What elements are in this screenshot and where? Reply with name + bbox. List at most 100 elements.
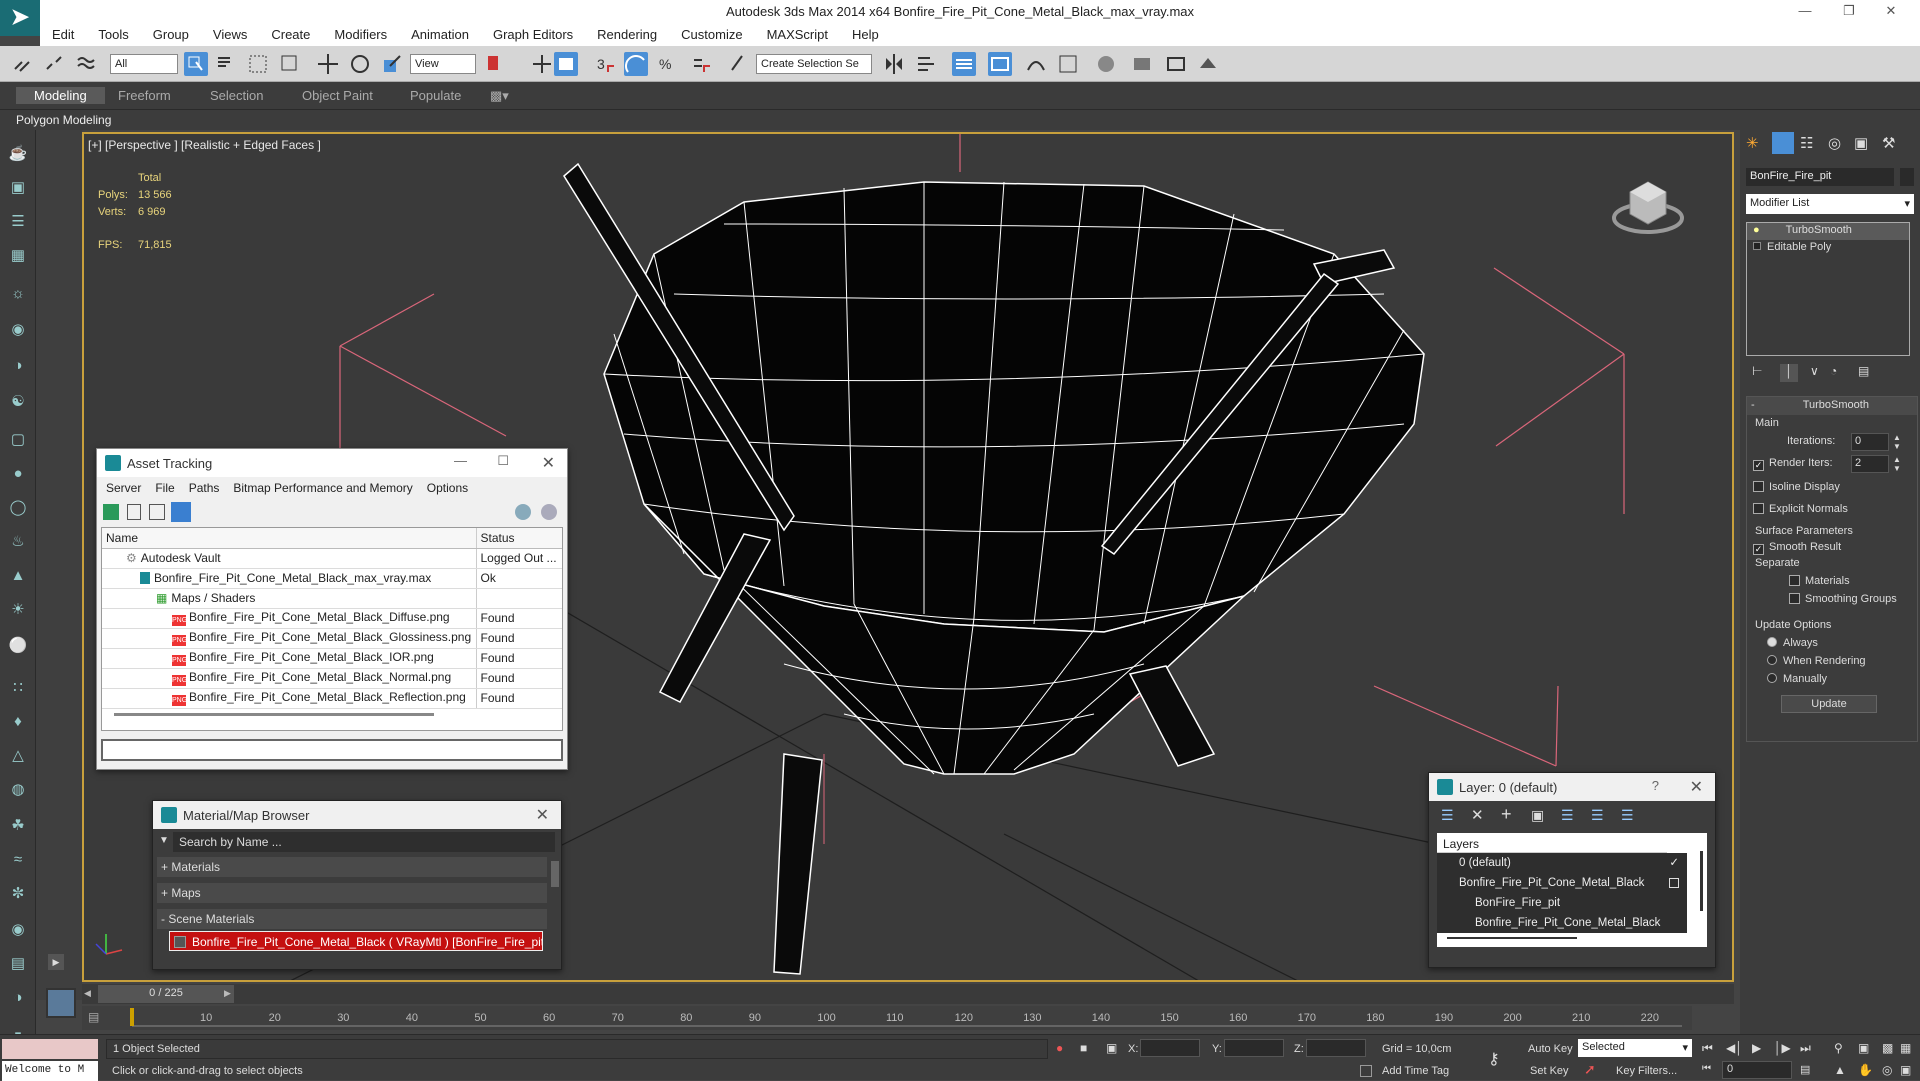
move-icon[interactable]	[316, 52, 340, 76]
lightbulb-icon[interactable]: ●	[1753, 224, 1760, 236]
menu-maxscript[interactable]: MAXScript	[755, 24, 840, 42]
smoothing-groups-row[interactable]: Smoothing Groups	[1789, 593, 1897, 605]
remove-modifier-icon[interactable]: ◔	[1830, 364, 1837, 378]
time-slider-next-icon[interactable]: ▶	[224, 988, 231, 999]
hide-all-layers-icon[interactable]: ☰	[1591, 807, 1604, 824]
utilities-tab-icon[interactable]: ⚒	[1882, 134, 1895, 152]
time-tag-icon[interactable]	[1360, 1065, 1372, 1077]
hierarchy-tab-icon[interactable]: ☷	[1800, 134, 1813, 152]
create-tab-icon[interactable]: ✳	[1746, 134, 1759, 152]
render-iters-checkbox[interactable]: ✓	[1753, 460, 1764, 471]
highlight-layer-icon[interactable]: ☰	[1561, 807, 1574, 824]
detail-view-icon[interactable]	[149, 504, 165, 520]
menu-create[interactable]: Create	[259, 24, 322, 42]
smooth-result-row[interactable]: ✓ Smooth Result	[1753, 541, 1841, 555]
maximize-button[interactable]: ❐	[1834, 3, 1864, 19]
table-view-icon[interactable]	[171, 502, 191, 522]
list-icon[interactable]: ☰	[8, 212, 28, 232]
new-layer-icon[interactable]: ☰	[1441, 807, 1454, 824]
window-crossing-icon[interactable]	[278, 52, 302, 76]
selection-filter-dropdown[interactable]: All	[110, 54, 178, 74]
ref-coord-dropdown[interactable]: View	[410, 54, 476, 74]
menu-edit[interactable]: Edit	[40, 24, 86, 42]
layer-dialog-titlebar[interactable]: Layer: 0 (default) ? ✕	[1429, 773, 1715, 801]
go-to-start-icon[interactable]: ⏮	[1702, 1041, 1713, 1056]
named-selection-dropdown[interactable]: Create Selection Se	[756, 54, 872, 74]
spiral-icon[interactable]: ✼	[8, 884, 28, 904]
schematic-view-icon[interactable]	[1056, 52, 1080, 76]
show-end-result-icon[interactable]: │	[1780, 364, 1798, 382]
maps-group[interactable]: + Maps	[157, 883, 547, 903]
polygon-modeling-label[interactable]: Polygon Modeling	[16, 113, 111, 127]
search-input[interactable]: Search by Name ...	[173, 832, 555, 852]
table-row[interactable]: Bonfire_Fire_Pit_Cone_Metal_Black_max_vr…	[102, 568, 562, 589]
next-frame-icon[interactable]: │▶	[1774, 1041, 1791, 1055]
table-row[interactable]: PNG Bonfire_Fire_Pit_Cone_Metal_Black_Nor…	[102, 668, 562, 689]
table-row[interactable]: PNG Bonfire_Fire_Pit_Cone_Metal_Black_IOR…	[102, 648, 562, 669]
search-options-icon[interactable]: ▼	[159, 835, 169, 846]
expand-icon[interactable]	[1753, 242, 1761, 250]
pan-icon[interactable]: ✋	[1858, 1063, 1873, 1077]
asset-horizontal-scrollbar[interactable]	[114, 712, 434, 716]
render-setup-icon[interactable]	[1130, 52, 1154, 76]
list-item[interactable]: Bonfire_Fire_Pit_Cone_Metal_Black	[1437, 873, 1687, 893]
add-time-tag-label[interactable]: Add Time Tag	[1382, 1065, 1449, 1077]
scene-materials-group[interactable]: - Scene Materials	[157, 909, 547, 929]
mirror-icon[interactable]	[882, 52, 906, 76]
zoom-extents-all-icon[interactable]: ▦	[1900, 1041, 1911, 1055]
maximize-viewport-icon[interactable]: ▣	[1900, 1063, 1911, 1077]
zoom-extents-icon[interactable]: ▩	[1882, 1041, 1893, 1055]
viewport-layout-icon[interactable]	[46, 988, 76, 1018]
set-key-button[interactable]: Set Key	[1530, 1065, 1569, 1077]
explicit-normals-row[interactable]: Explicit Normals	[1753, 503, 1848, 515]
zoom-icon[interactable]: ⚲	[1834, 1041, 1843, 1055]
play-icon[interactable]: ▶	[1752, 1041, 1761, 1055]
current-frame-field[interactable]: 0	[1722, 1061, 1792, 1079]
make-unique-icon[interactable]: ∨	[1810, 364, 1819, 378]
maxscript-listener[interactable]: Welcome to M	[2, 1061, 98, 1081]
iterations-spinner[interactable]: 0	[1851, 433, 1889, 451]
export-icon[interactable]: ▤	[8, 954, 28, 974]
shape-icon[interactable]: ♦	[8, 712, 28, 732]
align-icon[interactable]	[914, 52, 938, 76]
menu-customize[interactable]: Customize	[669, 24, 754, 42]
menu-views[interactable]: Views	[201, 24, 259, 42]
go-to-end-icon[interactable]: ⏭	[1800, 1041, 1811, 1056]
tab-selection[interactable]: Selection	[210, 88, 263, 103]
delete-layer-icon[interactable]: ✕	[1471, 806, 1484, 824]
globe-icon[interactable]: ◍	[8, 780, 28, 800]
materials-checkbox[interactable]	[1789, 575, 1800, 586]
asset-menu-bitmap[interactable]: Bitmap Performance and Memory	[226, 477, 419, 499]
menu-animation[interactable]: Animation	[399, 24, 481, 42]
table-row[interactable]: PNG Bonfire_Fire_Pit_Cone_Metal_Black_Ref…	[102, 688, 562, 709]
helper-icon[interactable]: ◑	[8, 356, 28, 376]
rectangular-selection-icon[interactable]	[246, 52, 270, 76]
snapshot-icon[interactable]: ◑	[8, 988, 28, 1008]
menu-modifiers[interactable]: Modifiers	[322, 24, 399, 42]
menu-help[interactable]: Help	[840, 24, 891, 42]
particle-icon[interactable]: ∷	[8, 678, 28, 698]
when-rendering-row[interactable]: When Rendering	[1767, 655, 1866, 667]
light-icon[interactable]: ☼	[8, 284, 28, 304]
curve-editor-icon[interactable]	[1024, 52, 1048, 76]
asset-close-button[interactable]: ✕	[542, 453, 555, 473]
set-key-icon[interactable]: ➚	[1584, 1061, 1596, 1078]
render-iters-row[interactable]: ✓ Render Iters:	[1753, 457, 1833, 471]
freeze-all-layers-icon[interactable]: ☰	[1621, 807, 1634, 824]
hair-icon[interactable]: ≈	[8, 850, 28, 870]
percent-snap-icon[interactable]: %	[656, 52, 680, 76]
explicit-normals-checkbox[interactable]	[1753, 503, 1764, 514]
tab-modeling[interactable]: Modeling	[16, 87, 105, 104]
ribbon-toggle-icon[interactable]	[988, 52, 1012, 76]
previous-frame-icon[interactable]: ◀│	[1726, 1041, 1743, 1055]
table-row[interactable]: PNG Bonfire_Fire_Pit_Cone_Metal_Black_Dif…	[102, 608, 562, 629]
table-row[interactable]: ▦ Maps / Shaders	[102, 588, 562, 609]
key-filters-button[interactable]: Key Filters...	[1616, 1065, 1677, 1077]
smooth-result-checkbox[interactable]: ✓	[1753, 544, 1764, 555]
asset-menu-file[interactable]: File	[148, 477, 181, 499]
asset-menu-server[interactable]: Server	[99, 477, 148, 499]
layer-help-button[interactable]: ?	[1652, 778, 1659, 793]
circle-icon[interactable]: ⚪	[8, 636, 28, 656]
list-view-icon[interactable]	[127, 504, 141, 520]
ribbon-options-icon[interactable]: ▩▾	[490, 88, 509, 104]
